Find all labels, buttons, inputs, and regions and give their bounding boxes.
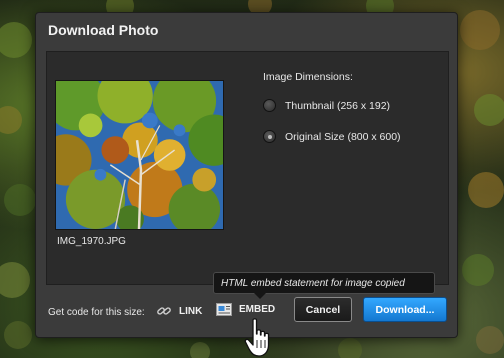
download-photo-dialog: Download Photo IMG_1970.JPG Image Dimens…: [35, 12, 458, 338]
get-code-label: Get code for this size:: [48, 307, 145, 318]
image-dimensions-label: Image Dimensions:: [263, 71, 353, 83]
dialog-title: Download Photo: [48, 22, 159, 38]
link-label: LINK: [179, 305, 203, 317]
cancel-button[interactable]: Cancel: [294, 297, 352, 322]
embed-button[interactable]: EMBED: [216, 303, 275, 316]
original-size-label: Original Size (800 x 600): [285, 130, 401, 143]
hand-pointer-icon: [244, 318, 274, 358]
thumbnail-size-option[interactable]: Thumbnail (256 x 192): [263, 99, 390, 112]
photo-options-panel: IMG_1970.JPG Image Dimensions: Thumbnail…: [46, 51, 449, 285]
thumbnail-size-label: Thumbnail (256 x 192): [285, 99, 391, 112]
embed-copied-tooltip: HTML embed statement for image copied: [213, 272, 435, 294]
embed-code-icon: [216, 303, 232, 316]
photo-preview: [55, 80, 224, 230]
photo-filename: IMG_1970.JPG: [57, 236, 126, 247]
download-button[interactable]: Download...: [363, 297, 447, 322]
tooltip-arrow: [254, 293, 266, 299]
chain-link-icon: [156, 303, 172, 319]
original-size-option[interactable]: Original Size (800 x 600): [263, 130, 401, 143]
thumbnail-radio-button[interactable]: [263, 99, 276, 112]
embed-label: EMBED: [239, 304, 276, 315]
original-size-radio-button[interactable]: [263, 130, 276, 143]
link-button[interactable]: LINK: [156, 303, 202, 319]
